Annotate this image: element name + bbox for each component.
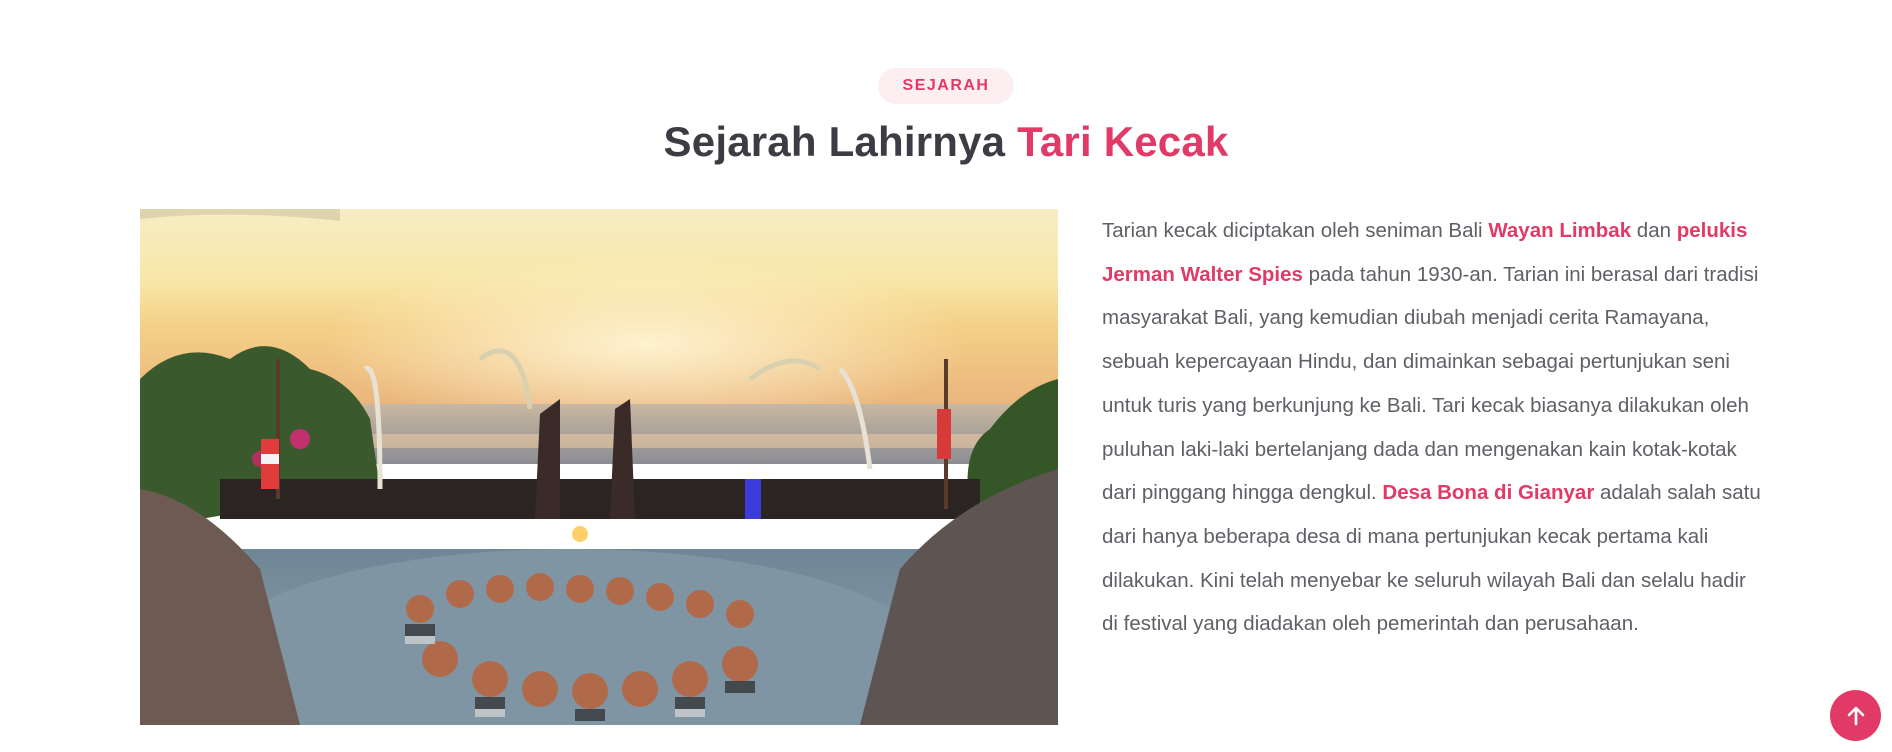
- badge-wrapper: SEJARAH: [0, 68, 1892, 104]
- history-section: SEJARAH Sejarah Lahirnya Tari Kecak Tari…: [0, 0, 1892, 752]
- paragraph-text-4: adalah salah satu dari hanya beberapa de…: [1102, 481, 1761, 636]
- paragraph-text-2: dan: [1636, 219, 1672, 242]
- highlight-wayan-limbak: Wayan Limbak: [1488, 219, 1632, 242]
- title-accent: Tari Kecak: [1017, 118, 1229, 165]
- kecak-photo-illustration: [140, 209, 1058, 725]
- section-badge: SEJARAH: [877, 68, 1015, 104]
- title-prefix: Sejarah Lahirnya: [663, 118, 1006, 165]
- highlight-desa-bona: Desa Bona di Gianyar: [1382, 481, 1595, 505]
- kecak-dance-photo: [140, 209, 1058, 725]
- arrow-up-icon: [1847, 706, 1864, 725]
- scroll-to-top-button[interactable]: [1830, 690, 1881, 741]
- paragraph-text-1: Tarian kecak diciptakan oleh seniman Bal…: [1102, 219, 1483, 242]
- paragraph-text-3: pada tahun 1930-an. Tarian ini berasal d…: [1102, 262, 1759, 505]
- history-paragraph: Tarian kecak diciptakan oleh seniman Bal…: [1102, 209, 1762, 646]
- section-title: Sejarah Lahirnya Tari Kecak: [0, 118, 1892, 166]
